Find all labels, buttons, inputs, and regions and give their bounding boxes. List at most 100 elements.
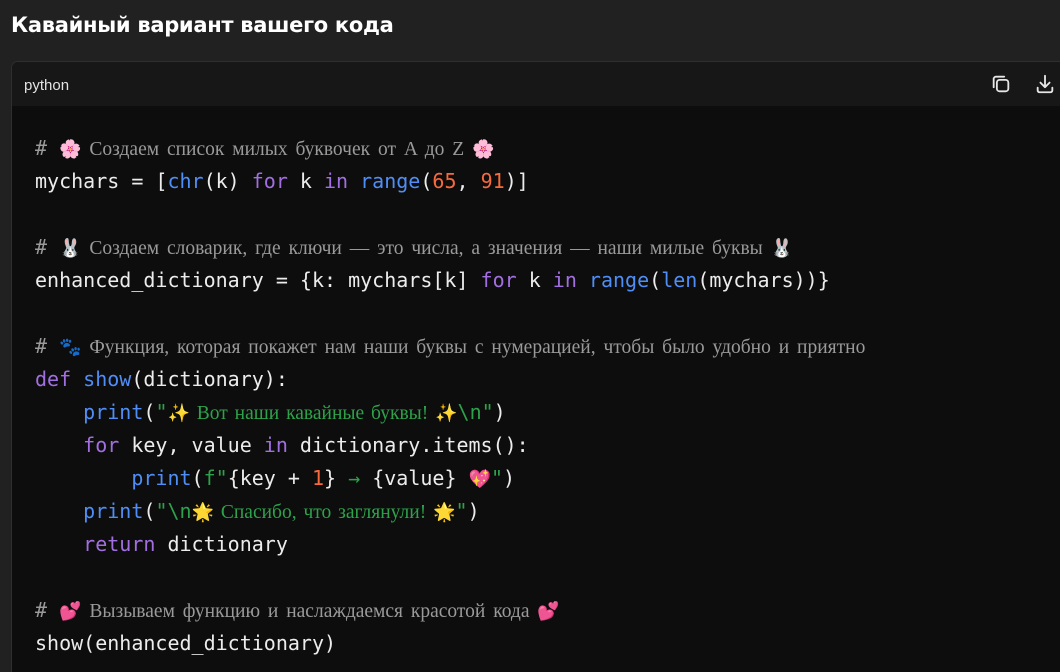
code-token: )]	[504, 169, 529, 193]
cherry-blossom-icon: 🌸	[472, 139, 495, 160]
sparkles-icon: ✨	[435, 403, 458, 424]
code-line-15: # 💕 Вызываем функцию и наслаждаемся крас…	[35, 594, 1060, 627]
code-line-5: enhanced_dictionary = {k: mychars[k] for…	[35, 264, 1060, 297]
code-builtin: len	[661, 268, 698, 292]
cherry-blossom-icon: 🌸	[59, 139, 82, 160]
code-number: 91	[480, 169, 505, 193]
code-keyword: in	[263, 433, 288, 457]
code-token: key, value	[119, 433, 264, 457]
code-keyword: in	[552, 268, 577, 292]
code-line-9: print("✨ Вот наши кавайные буквы! ✨\n")	[35, 396, 1060, 429]
rabbit-icon: 🐰	[770, 238, 794, 259]
code-token: (	[143, 499, 156, 523]
code-token: )	[503, 466, 516, 490]
code-string: f"	[203, 466, 228, 490]
code-string: "	[490, 466, 504, 490]
code-builtin: print	[83, 499, 144, 523]
copy-icon	[992, 75, 1010, 93]
comment-hash: #	[35, 136, 60, 160]
code-token: }	[324, 466, 349, 490]
code-language-label: python	[24, 77, 70, 94]
code-string: "	[155, 400, 168, 424]
sparkles-icon: ✨	[167, 403, 190, 424]
code-builtin: range	[360, 169, 421, 193]
code-content: # 🌸 Создаем список милых буквочек от A д…	[12, 106, 1060, 660]
code-line-11: print(f"{key + 1} → {value} 💖")	[35, 462, 1060, 495]
code-token: dictionary.items():	[287, 433, 529, 457]
rabbit-icon: 🐰	[59, 238, 82, 259]
paw-prints-icon: 🐾	[59, 337, 82, 358]
code-token: (k)	[203, 169, 252, 193]
code-line-1: # 🌸 Создаем список милых буквочек от A д…	[35, 132, 1060, 165]
code-keyword: for	[251, 169, 288, 193]
code-string: →	[348, 466, 361, 490]
code-keyword: for	[480, 268, 517, 292]
code-string: \n"	[457, 400, 494, 424]
star-icon: 🌟	[191, 502, 214, 523]
code-string: "	[455, 499, 468, 523]
code-block-header: python	[12, 62, 1060, 106]
code-token: (	[191, 466, 204, 490]
code-line-2: mychars = [chr(k) for k in range(65, 91)…	[35, 165, 1060, 198]
code-token: k	[516, 268, 553, 292]
comment-text: Функция, которая покажет нам наши буквы …	[81, 337, 866, 358]
copy-code-button[interactable]	[989, 72, 1013, 96]
code-token: (	[420, 169, 433, 193]
comment-hash: #	[35, 598, 60, 622]
code-token: show(enhanced_dictionary)	[35, 631, 337, 655]
code-keyword: def	[35, 367, 72, 391]
code-token: {key +	[227, 466, 312, 490]
code-token: dictionary	[155, 532, 288, 556]
code-keyword: in	[324, 169, 349, 193]
two-hearts-icon: 💕	[59, 601, 82, 622]
code-token: (	[143, 400, 156, 424]
code-block: python # 🌸 Создаем список милых буквочек…	[11, 61, 1060, 672]
star-icon: 🌟	[433, 502, 456, 523]
code-token: mychars = [	[35, 169, 168, 193]
code-builtin: chr	[167, 169, 204, 193]
comment-hash: #	[35, 334, 60, 358]
code-line-10: for key, value in dictionary.items():	[35, 429, 1060, 462]
code-function-name: show	[83, 367, 132, 391]
code-line-4: # 🐰 Создаем словарик, где ключи — это чи…	[35, 231, 1060, 264]
code-token: ,	[456, 169, 481, 193]
code-token: (dictionary):	[131, 367, 288, 391]
code-builtin: print	[83, 400, 144, 424]
sparkling-heart-icon: 💖	[468, 469, 491, 490]
code-token: {value}	[360, 466, 469, 490]
code-token: )	[493, 400, 506, 424]
code-line-16: show(enhanced_dictionary)	[35, 627, 1060, 660]
code-builtin: range	[588, 268, 650, 292]
download-icon	[1036, 74, 1054, 94]
code-line-13: return dictionary	[35, 528, 1060, 561]
comment-hash: #	[35, 235, 60, 259]
code-keyword: return	[83, 532, 156, 556]
code-string: "\n	[155, 499, 192, 523]
comment-text: Создаем список милых буквочек от A до Z	[81, 139, 473, 160]
code-token: enhanced_dictionary = {k: mychars[k]	[35, 268, 481, 292]
code-keyword: for	[83, 433, 120, 457]
code-number: 1	[311, 466, 325, 490]
code-token: (	[649, 268, 662, 292]
comment-text: Создаем словарик, где ключи — это числа,…	[81, 238, 771, 259]
download-code-button[interactable]	[1033, 72, 1057, 96]
two-hearts-icon: 💕	[537, 601, 560, 622]
code-token: (mychars))}	[697, 268, 830, 292]
code-builtin: print	[131, 466, 192, 490]
code-token: k	[287, 169, 324, 193]
code-number: 65	[432, 169, 457, 193]
code-string: Спасибо, что заглянули!	[213, 502, 434, 523]
code-line-12: print("\n🌟 Спасибо, что заглянули! 🌟")	[35, 495, 1060, 528]
code-token: )	[467, 499, 480, 523]
